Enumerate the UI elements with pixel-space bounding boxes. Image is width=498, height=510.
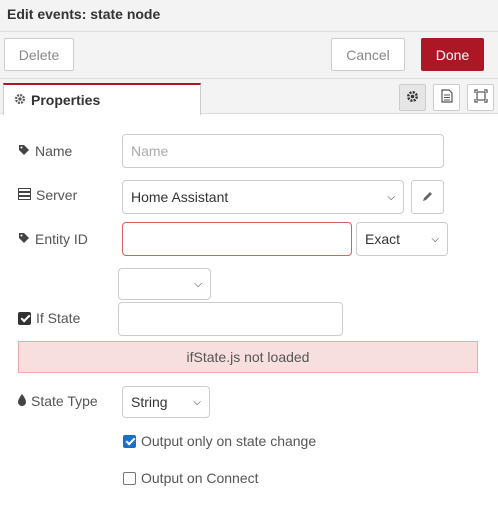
state-type-label-text: State Type — [31, 393, 98, 409]
output-on-connect-option[interactable]: Output on Connect — [123, 470, 259, 486]
name-input-placeholder: Name — [131, 143, 169, 159]
state-type-select[interactable]: String ⌵ — [122, 386, 210, 418]
entity-id-match-select[interactable]: Exact ⌵ — [356, 222, 448, 256]
output-on-connect-checkbox[interactable] — [123, 471, 136, 485]
document-icon — [440, 89, 453, 106]
chevron-down-icon: ⌵ — [387, 191, 395, 203]
if-state-label: If State — [18, 310, 80, 326]
done-button-label: Done — [435, 46, 470, 63]
edit-server-button[interactable] — [411, 180, 444, 214]
entity-id-label-text: Entity ID — [35, 231, 88, 247]
output-on-connect-label: Output on Connect — [141, 470, 259, 486]
chevron-down-icon: ⌵ — [431, 233, 439, 245]
dialog-title: Edit events: state node — [0, 0, 498, 32]
server-label-text: Server — [36, 187, 78, 203]
server-select[interactable]: Home Assistant ⌵ — [122, 180, 404, 214]
state-type-value: String — [131, 394, 168, 410]
node-appearance-button[interactable] — [467, 84, 494, 111]
output-only-on-change-option[interactable]: Output only on state change — [123, 433, 316, 449]
tag-icon — [18, 231, 30, 247]
cancel-button-label: Cancel — [346, 46, 390, 63]
state-type-label: State Type — [18, 393, 98, 409]
server-icon — [18, 187, 31, 203]
pencil-icon — [422, 189, 433, 205]
server-label: Server — [18, 187, 77, 203]
done-button[interactable]: Done — [421, 38, 484, 71]
tint-icon — [18, 393, 26, 409]
if-state-operator-select[interactable]: ⌵ — [118, 268, 211, 300]
delete-button-label: Delete — [18, 46, 60, 63]
frame-icon — [473, 89, 488, 106]
entity-id-label: Entity ID — [18, 231, 88, 247]
chevron-down-icon: ⌵ — [193, 396, 201, 408]
dialog-toolbar: Delete Cancel Done — [0, 32, 498, 79]
cancel-button[interactable]: Cancel — [331, 38, 405, 71]
gear-icon — [14, 92, 26, 108]
output-only-on-change-checkbox[interactable] — [123, 434, 136, 448]
if-state-alert-text: ifState.js not loaded — [186, 349, 310, 365]
name-label-text: Name — [35, 143, 73, 159]
node-settings-button[interactable] — [399, 84, 426, 111]
if-state-input[interactable] — [118, 302, 343, 336]
if-state-alert: ifState.js not loaded — [18, 341, 478, 373]
delete-button[interactable]: Delete — [4, 38, 74, 71]
node-description-button[interactable] — [433, 84, 460, 111]
output-only-on-change-label: Output only on state change — [141, 433, 317, 449]
name-input[interactable]: Name — [122, 134, 444, 168]
gear-icon — [406, 90, 419, 106]
server-select-value: Home Assistant — [131, 189, 229, 205]
name-label: Name — [18, 143, 72, 159]
tag-icon — [18, 143, 30, 159]
entity-id-input[interactable] — [122, 222, 352, 256]
if-state-checkbox[interactable] — [18, 311, 31, 325]
entity-id-match-value: Exact — [365, 231, 401, 247]
if-state-label-text: If State — [36, 310, 81, 326]
chevron-down-icon: ⌵ — [194, 278, 202, 290]
dialog-title-text: Edit events: state node — [7, 6, 161, 22]
tab-properties-label: Properties — [31, 92, 101, 108]
tab-properties[interactable]: Properties — [3, 83, 201, 115]
